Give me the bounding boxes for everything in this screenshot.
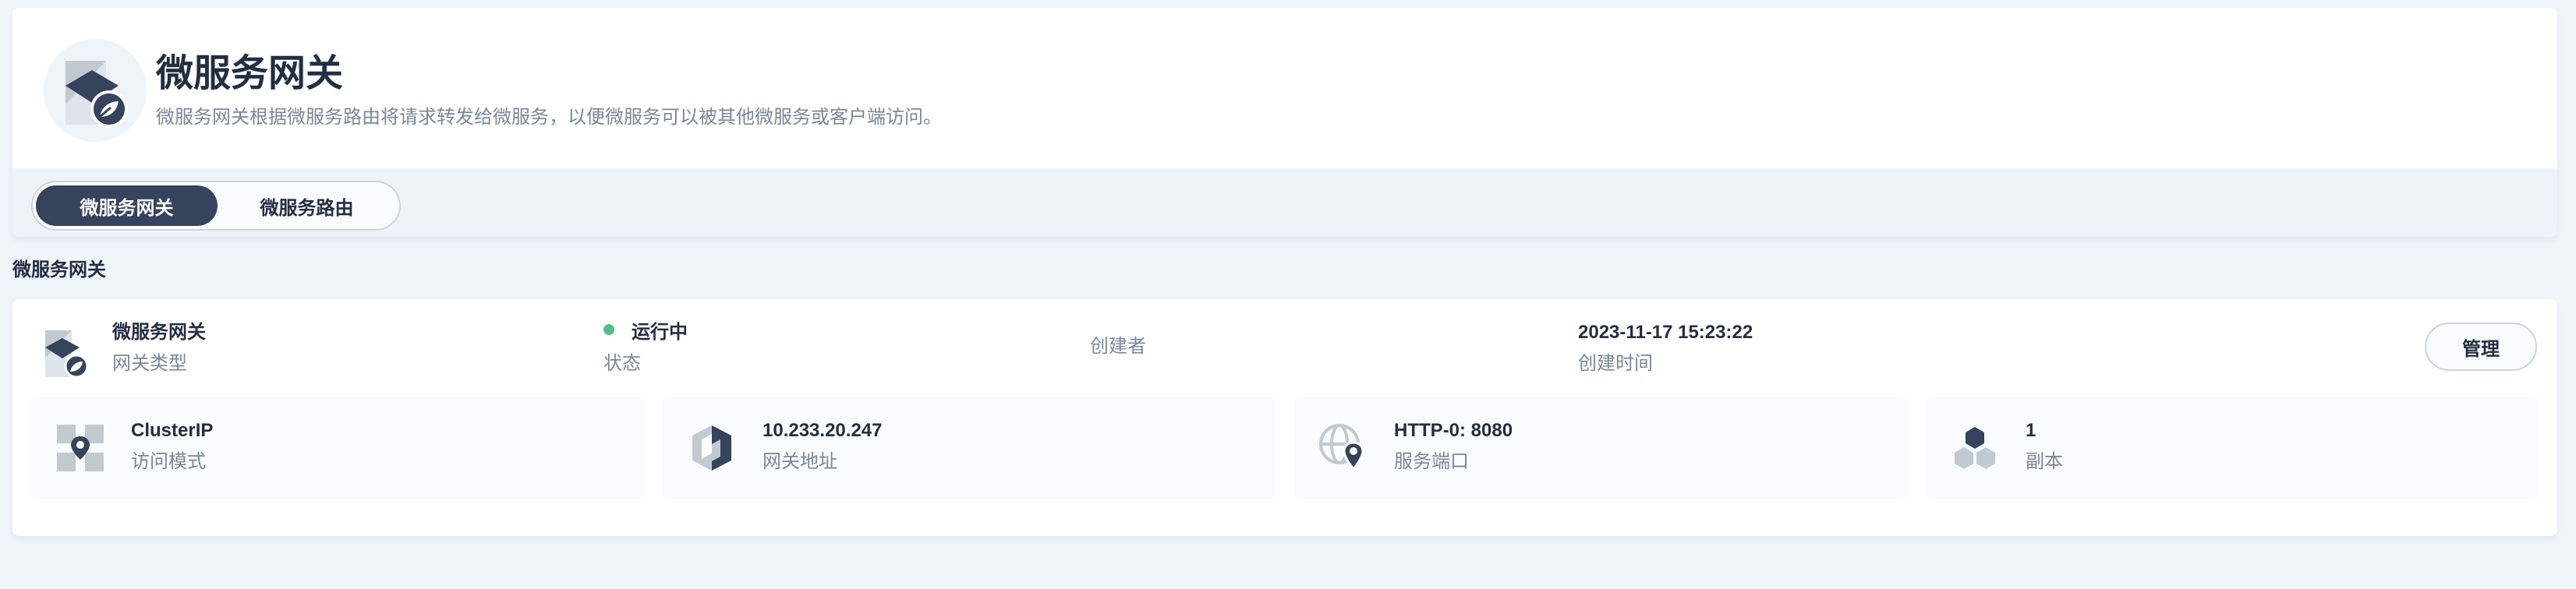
access-mode-value: ClusterIP [131, 420, 214, 441]
stat-gateway-address: 10.233.20.247 网关地址 [663, 397, 1276, 499]
tab-microservice-gateway[interactable]: 微服务网关 [36, 185, 218, 226]
created-time-field: 2023-11-17 15:23:22 创建时间 [1578, 319, 1753, 377]
gateway-type-field: 微服务网关 网关类型 [112, 319, 206, 377]
status-running-dot [603, 324, 614, 335]
replicas-label: 副本 [2026, 451, 2063, 472]
gateway-address-icon [686, 422, 738, 474]
gateway-type-label: 网关类型 [112, 353, 187, 374]
gateway-name: 微服务网关 [112, 322, 206, 343]
gateway-address-label: 网关地址 [763, 451, 837, 472]
page-title: 微服务网关 [156, 53, 344, 94]
tab-bar: 微服务网关 微服务路由 [12, 168, 2557, 237]
stat-access-mode: ClusterIP 访问模式 [31, 397, 644, 499]
created-time-label: 创建时间 [1578, 353, 1653, 374]
created-time-value: 2023-11-17 15:23:22 [1578, 322, 1753, 343]
status-field: 运行中 状态 [603, 319, 688, 377]
replicas-icon [1949, 422, 2001, 474]
stat-service-port: HTTP-0: 8080 服务端口 [1294, 397, 1907, 499]
page-header-top: 微服务网关 微服务网关根据微服务路由将请求转发给微服务，以便微服务可以被其他微服… [12, 8, 2557, 168]
status-label: 状态 [603, 353, 641, 374]
service-port-value: HTTP-0: 8080 [1394, 420, 1513, 441]
gateway-spring-icon [37, 323, 100, 385]
stat-replicas: 1 副本 [1926, 397, 2539, 499]
gateway-stats: ClusterIP 访问模式 10.233.20.247 网关地址 HTTP-0… [31, 397, 2539, 499]
globe-pin-icon [1318, 422, 1369, 474]
tab-group: 微服务网关 微服务路由 [31, 181, 401, 231]
page-header-card: 微服务网关 微服务网关根据微服务路由将请求转发给微服务，以便微服务可以被其他微服… [12, 8, 2557, 237]
status-value: 运行中 [632, 322, 688, 343]
tab-microservice-routes[interactable]: 微服务路由 [218, 185, 396, 226]
access-mode-icon [55, 422, 106, 474]
page-description: 微服务网关根据微服务路由将请求转发给微服务，以便微服务可以被其他微服务或客户端访… [156, 107, 942, 128]
replicas-value: 1 [2026, 420, 2036, 441]
gateway-address-value: 10.233.20.247 [763, 420, 883, 441]
manage-button[interactable]: 管理 [2425, 323, 2537, 371]
section-title: 微服务网关 [12, 259, 106, 280]
access-mode-label: 访问模式 [131, 451, 206, 472]
gateway-detail-card: 微服务网关 网关类型 运行中 状态 创建者 2023-11-17 15:23:2… [12, 299, 2557, 536]
creator-label: 创建者 [1090, 336, 1146, 357]
service-port-label: 服务端口 [1394, 451, 1469, 472]
gateway-spring-icon [44, 39, 147, 142]
